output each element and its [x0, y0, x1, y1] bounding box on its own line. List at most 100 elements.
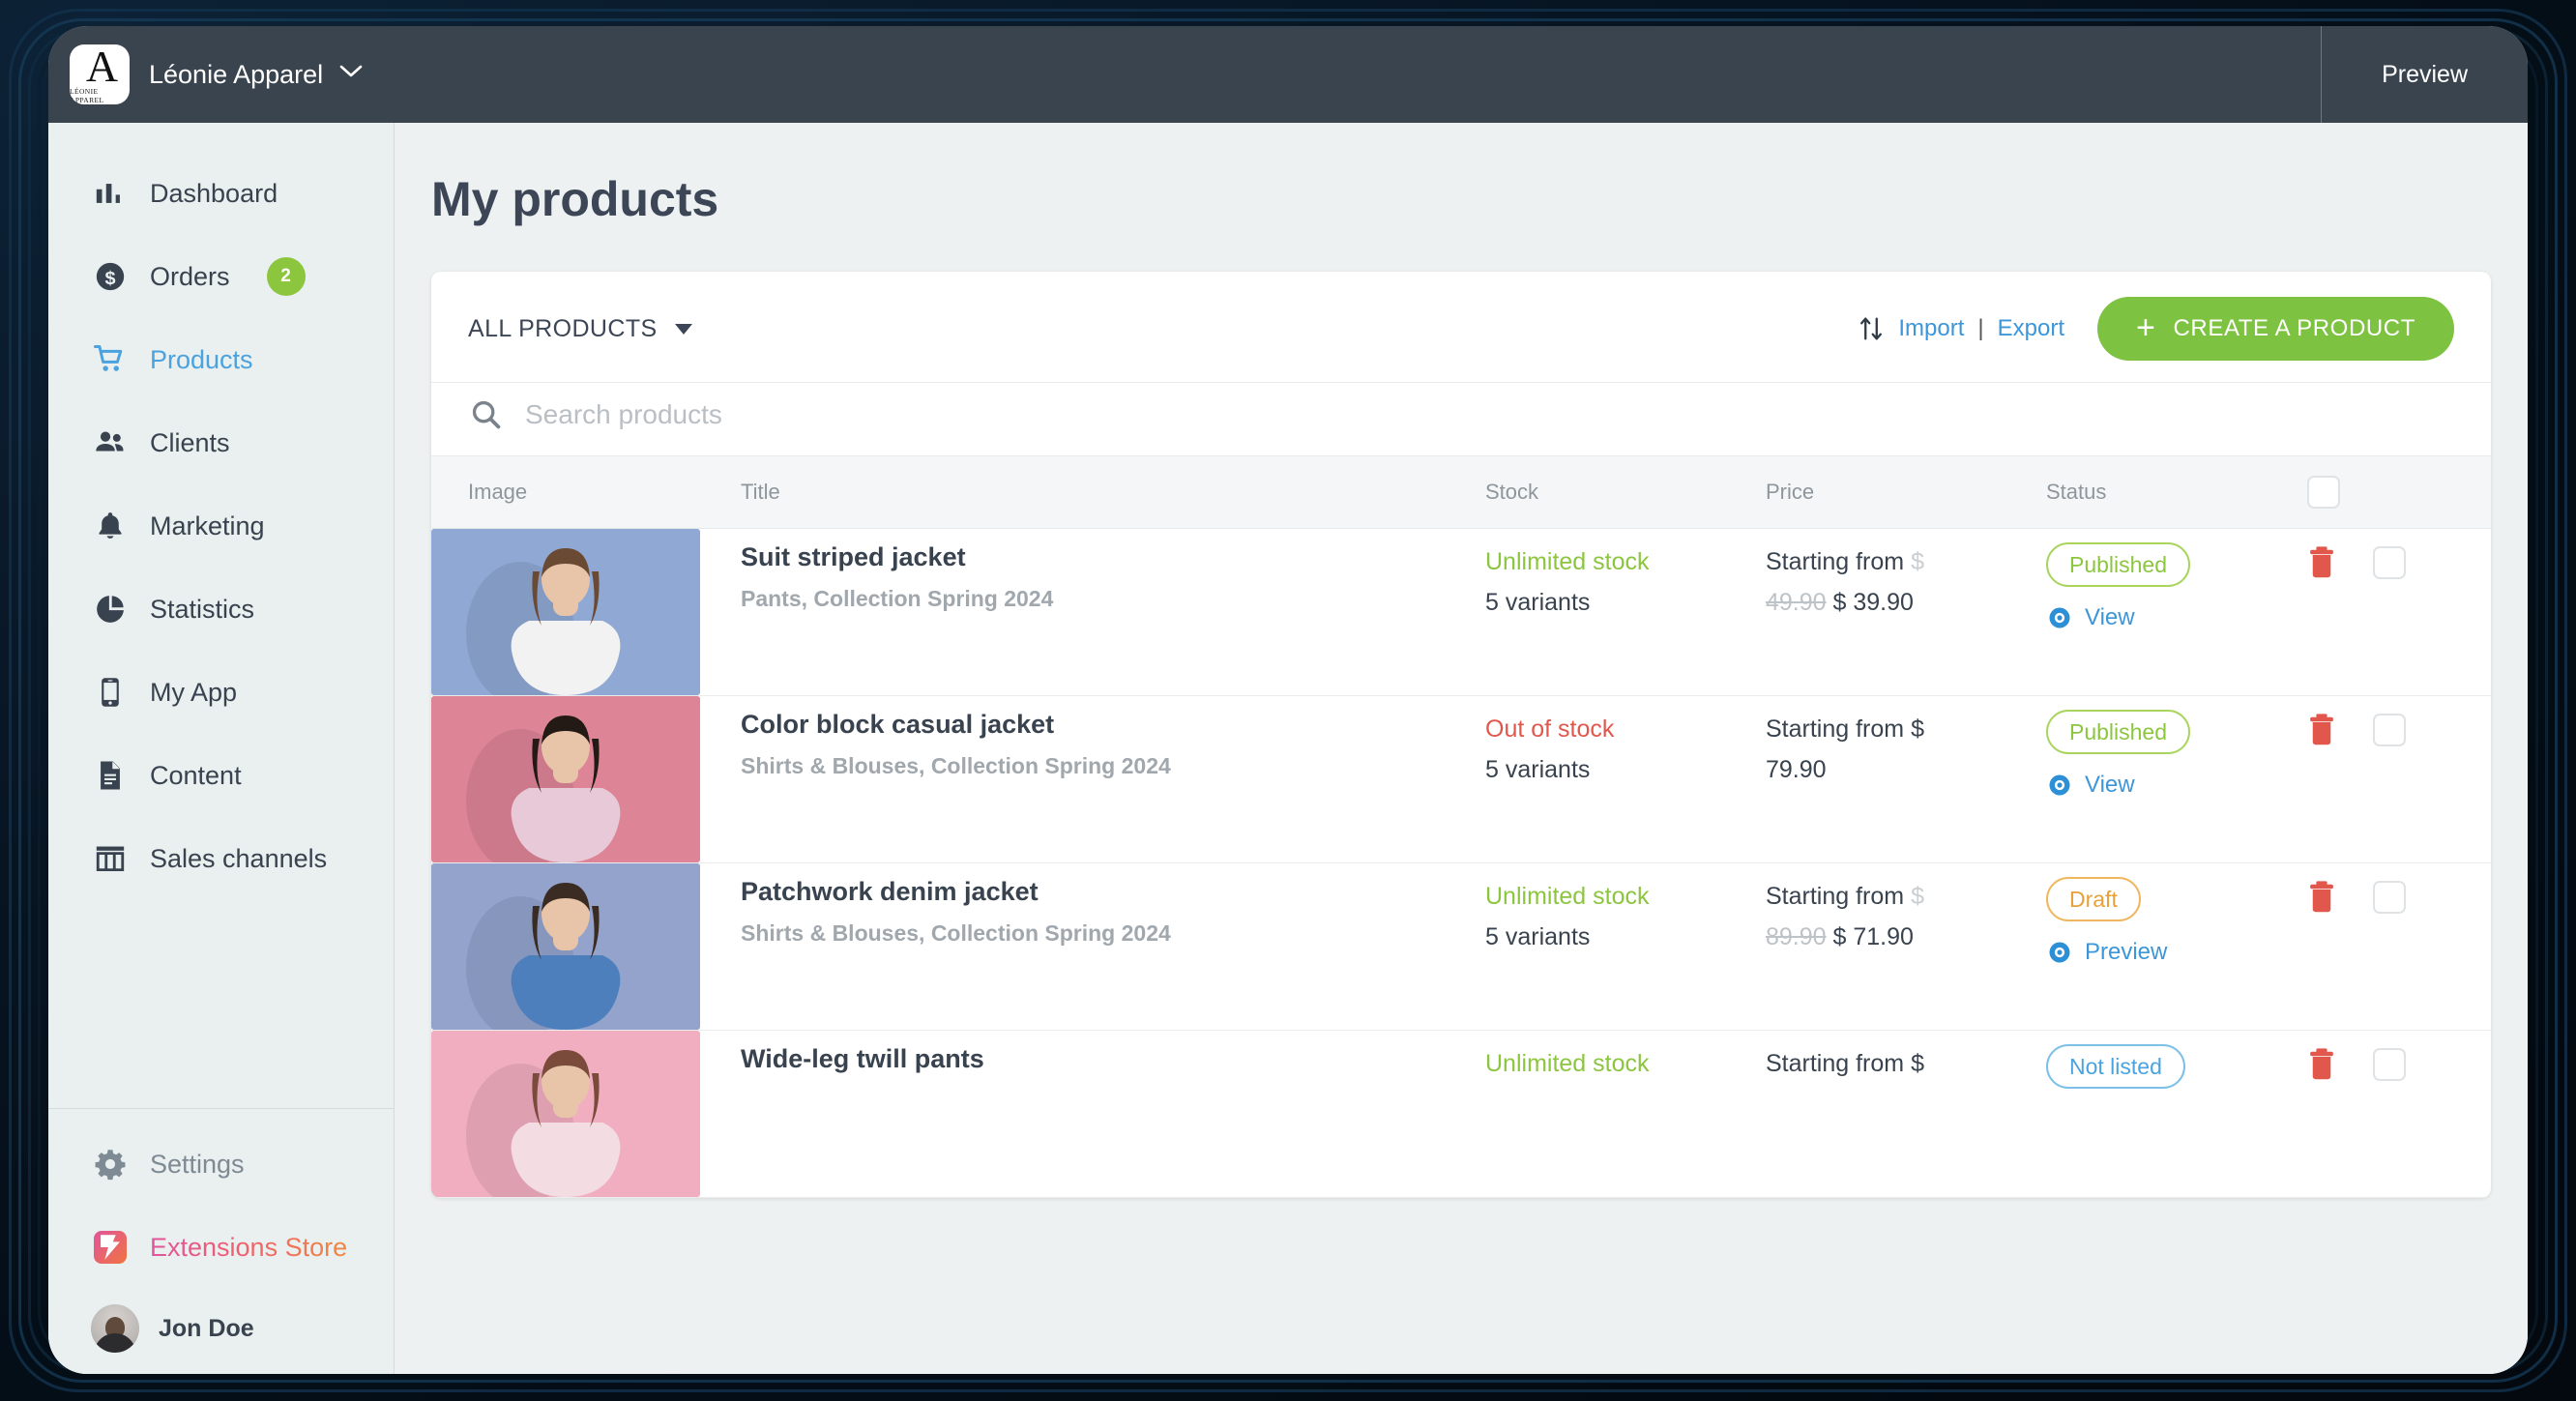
brand-switcher[interactable]: A LÉONIE APPAREL Léonie Apparel [48, 44, 364, 104]
cell-stock: Unlimited stock 5 variants [1485, 863, 1766, 1031]
eye-icon [2046, 939, 2073, 966]
product-title[interactable]: Suit striped jacket [741, 542, 1485, 572]
sidebar-item-orders[interactable]: $ Orders 2 [48, 235, 394, 318]
variant-count: 5 variants [1485, 919, 1766, 954]
table-row[interactable]: Color block casual jacket Shirts & Blouse… [431, 696, 2491, 863]
price-values: 79.90 [1766, 752, 2046, 787]
row-checkbox[interactable] [2373, 546, 2406, 579]
price-current: $ 71.90 [1833, 923, 1914, 950]
preview-link[interactable]: Preview [2046, 939, 2307, 966]
product-title[interactable]: Wide-leg twill pants [741, 1044, 1485, 1074]
delete-icon[interactable] [2307, 1046, 2336, 1081]
gear-icon [94, 1148, 127, 1181]
cell-stock: Out of stock 5 variants [1485, 696, 1766, 863]
brand-logo-icon: A LÉONIE APPAREL [70, 44, 130, 104]
create-product-button[interactable]: + CREATE A PRODUCT [2097, 297, 2454, 361]
search-icon [470, 398, 502, 430]
sidebar-item-label: Statistics [150, 595, 254, 625]
chevron-down-icon[interactable] [338, 64, 364, 85]
row-checkbox[interactable] [2373, 1048, 2406, 1081]
sidebar-item-dashboard[interactable]: Dashboard [48, 152, 394, 235]
product-subtitle: Shirts & Blouses, Collection Spring 2024 [741, 753, 1485, 779]
sidebar-item-my-app[interactable]: My App [48, 651, 394, 734]
price-original: 89.90 [1766, 923, 1827, 950]
delete-icon[interactable] [2307, 544, 2336, 579]
product-thumbnail[interactable] [431, 863, 700, 1030]
stock-status: Out of stock [1485, 712, 1766, 746]
header-actions [2307, 456, 2491, 529]
sidebar-item-label: Clients [150, 428, 230, 458]
cell-actions [2307, 529, 2491, 696]
product-thumbnail[interactable] [431, 696, 700, 862]
select-all-checkbox[interactable] [2307, 476, 2340, 509]
sidebar-item-clients[interactable]: Clients [48, 401, 394, 484]
row-checkbox[interactable] [2373, 881, 2406, 914]
status-badge[interactable]: Published [2046, 710, 2190, 754]
sidebar-item-extensions-store[interactable]: Extensions Store [48, 1206, 394, 1289]
status-badge[interactable]: Not listed [2046, 1044, 2185, 1089]
sidebar-nav: Dashboard $ Orders 2 Products [48, 123, 394, 900]
status-badge[interactable]: Published [2046, 542, 2190, 587]
status-badge[interactable]: Draft [2046, 877, 2141, 921]
table-row[interactable]: Wide-leg twill pantsUnlimited stockStart… [431, 1031, 2491, 1198]
cell-image [431, 529, 741, 696]
preview-button[interactable]: Preview [2322, 26, 2528, 123]
storefront-icon [94, 842, 127, 875]
view-link[interactable]: View [2046, 772, 2307, 799]
export-link[interactable]: Export [1998, 315, 2064, 342]
sidebar-item-sales-channels[interactable]: Sales channels [48, 817, 394, 900]
product-subtitle: Pants, Collection Spring 2024 [741, 586, 1485, 612]
delete-icon[interactable] [2307, 879, 2336, 914]
action-link-label: View [2085, 772, 2135, 799]
product-thumbnail[interactable] [431, 529, 700, 695]
cell-stock: Unlimited stock [1485, 1031, 1766, 1198]
product-title[interactable]: Patchwork denim jacket [741, 877, 1485, 907]
import-link[interactable]: Import [1898, 315, 1964, 342]
sidebar-item-settings[interactable]: Settings [48, 1123, 394, 1206]
stock-status: Unlimited stock [1485, 1046, 1766, 1081]
sidebar-item-label: Settings [150, 1150, 245, 1180]
sidebar-item-statistics[interactable]: Statistics [48, 568, 394, 651]
extensions-store-icon [94, 1231, 127, 1264]
header-status: Status [2046, 456, 2307, 529]
table-row[interactable]: Suit striped jacket Pants, Collection Spr… [431, 529, 2491, 696]
cell-actions [2307, 696, 2491, 863]
sidebar-item-marketing[interactable]: Marketing [48, 484, 394, 568]
table-row[interactable]: Patchwork denim jacketShirts & Blouses, … [431, 863, 2491, 1031]
search-input[interactable] [525, 399, 2454, 430]
eye-icon [2046, 604, 2073, 631]
variant-count: 5 variants [1485, 752, 1766, 787]
cell-title: Suit striped jacket Pants, Collection Spr… [741, 529, 1485, 696]
product-title[interactable]: Color block casual jacket [741, 710, 1485, 740]
user-name: Jon Doe [159, 1315, 254, 1343]
top-bar-right: Preview [2321, 26, 2528, 123]
cell-actions [2307, 863, 2491, 1031]
eye-icon [2046, 772, 2073, 799]
chevron-down-icon [675, 324, 692, 335]
sidebar-item-products[interactable]: Products [48, 318, 394, 401]
all-products-filter-dropdown[interactable]: ALL PRODUCTS [468, 315, 692, 343]
sidebar-item-content[interactable]: Content [48, 734, 394, 817]
cell-status: Not listed [2046, 1031, 2307, 1198]
product-thumbnail[interactable] [431, 1031, 700, 1197]
row-checkbox[interactable] [2373, 714, 2406, 746]
stock-status: Unlimited stock [1485, 879, 1766, 914]
currency-symbol: $ [1911, 883, 1924, 910]
bell-icon [94, 510, 127, 542]
header-title: Title [741, 456, 1485, 529]
price-current: 79.90 [1766, 756, 1827, 783]
view-link[interactable]: View [2046, 604, 2307, 631]
pie-chart-icon [94, 593, 127, 626]
filter-label: ALL PRODUCTS [468, 315, 658, 343]
action-link-label: Preview [2085, 939, 2167, 966]
shopping-cart-icon [94, 343, 127, 376]
people-icon [94, 426, 127, 459]
import-export-separator: | [1977, 315, 1983, 342]
delete-icon[interactable] [2307, 712, 2336, 746]
main-content: My products ALL PRODUCTS Import | [395, 123, 2528, 1374]
user-profile[interactable]: Jon Doe [48, 1289, 394, 1353]
page-title: My products [395, 123, 2528, 227]
dollar-circle-icon: $ [94, 260, 127, 293]
header-image: Image [431, 456, 741, 529]
sidebar: Dashboard $ Orders 2 Products [48, 123, 395, 1374]
